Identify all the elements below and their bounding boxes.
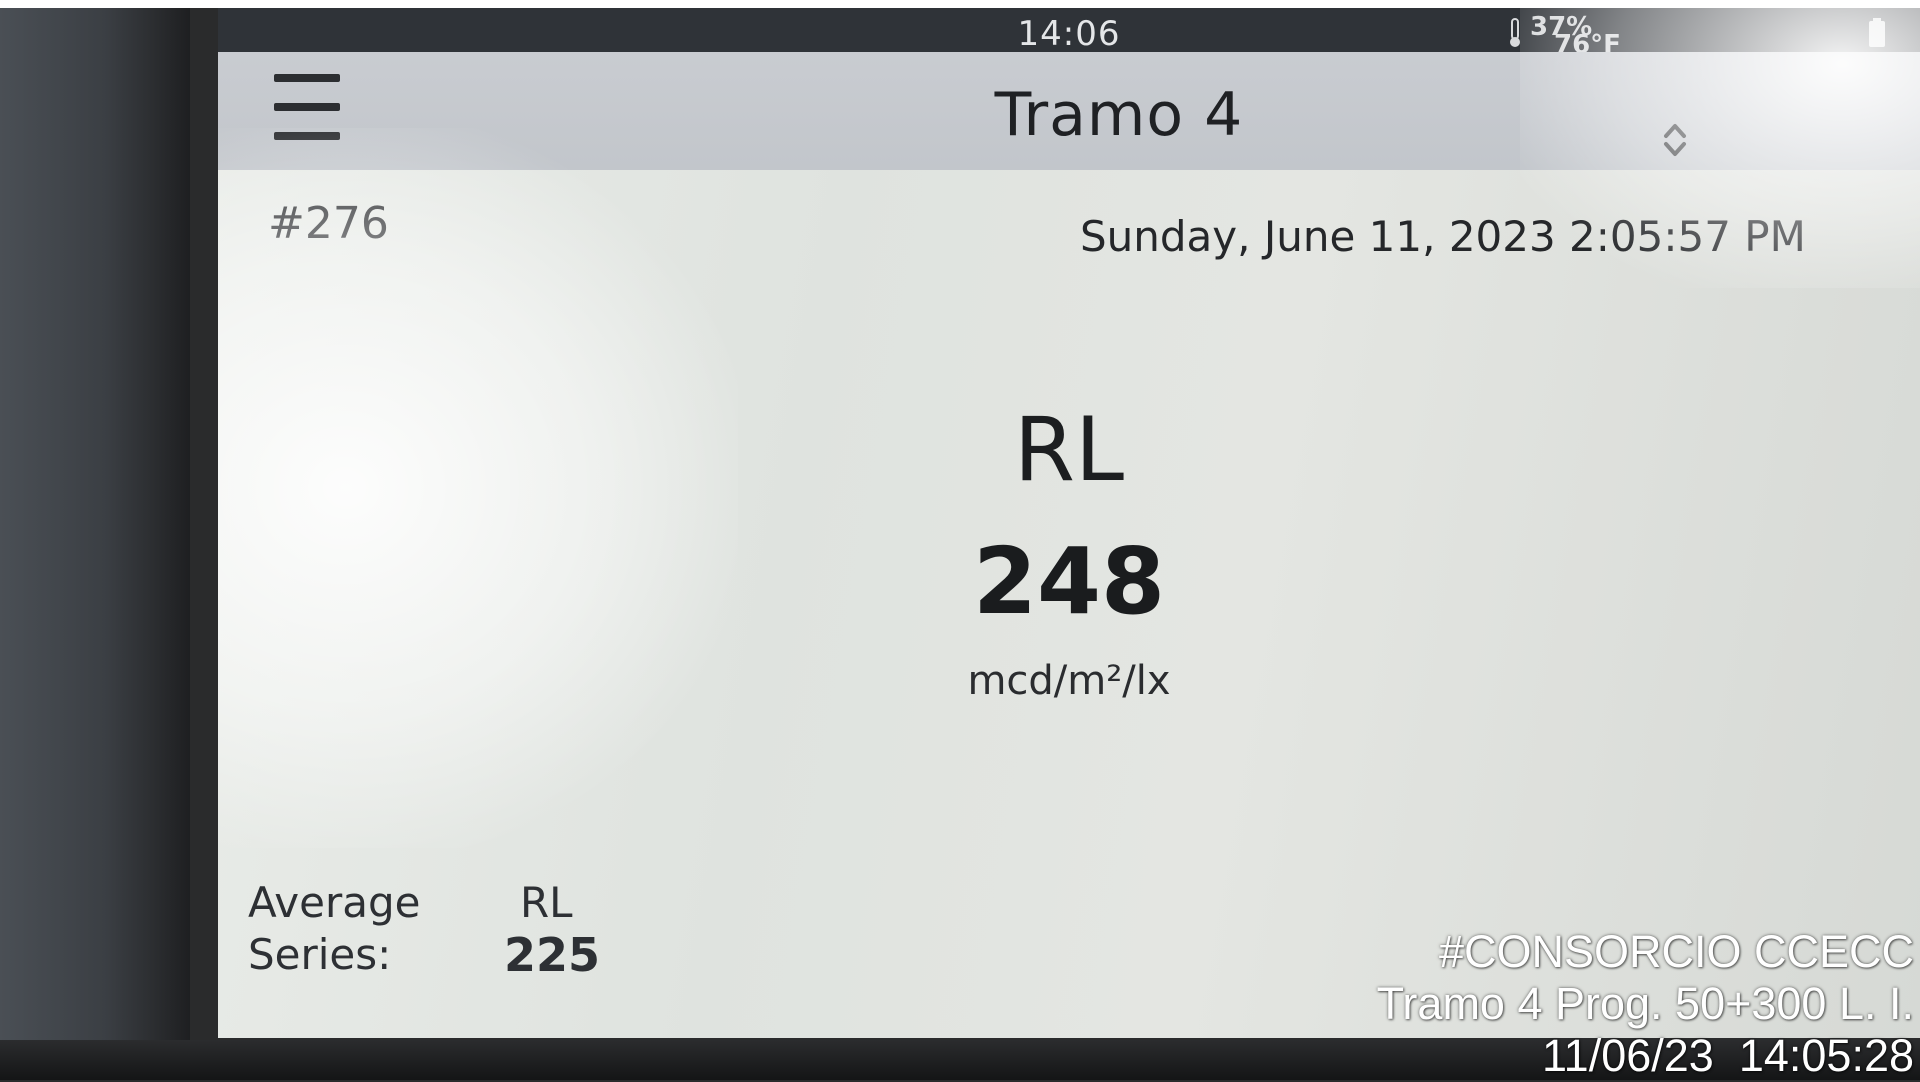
status-time: 14:06: [1017, 14, 1121, 54]
thermometer-icon: [1510, 18, 1520, 47]
photo-stamp-line: #CONSORCIO CCECC: [1438, 926, 1914, 977]
measurement-datetime: Sunday, June 11, 2023 2:05:57 PM: [1080, 212, 1806, 261]
metric-unit: mcd/m²/lx: [967, 658, 1171, 704]
status-bar: 14:06 37% 76°F: [218, 8, 1920, 58]
photo-stamp-line: Tramo 4 Prog. 50+300 L. I.: [1376, 978, 1914, 1029]
battery-icon: [1869, 18, 1885, 47]
device-bezel: [0, 0, 190, 1080]
metric-value: 248: [972, 528, 1166, 635]
photo-border: [0, 0, 1920, 8]
device-screen: 14:06 37% 76°F Tramo 4 #276 Sunday, June…: [218, 8, 1920, 1038]
up-down-chevron-icon[interactable]: [1660, 120, 1690, 160]
title-bar: Tramo 4: [218, 52, 1920, 170]
average-label: Average: [248, 878, 421, 927]
metric-label: RL: [1013, 398, 1125, 501]
average-value: 225: [504, 928, 601, 982]
average-series: Average Series: RL 225: [248, 878, 668, 998]
environment-readout: 37% 76°F: [1508, 12, 1658, 58]
series-label: Series:: [248, 930, 392, 979]
average-metric-label: RL: [520, 878, 573, 927]
record-number: #276: [268, 198, 389, 249]
photo-stamp-line: 11/06/23 14:05:28: [1542, 1030, 1914, 1081]
photo-stamp: #CONSORCIO CCECC Tramo 4 Prog. 50+300 L.…: [1377, 926, 1914, 1082]
